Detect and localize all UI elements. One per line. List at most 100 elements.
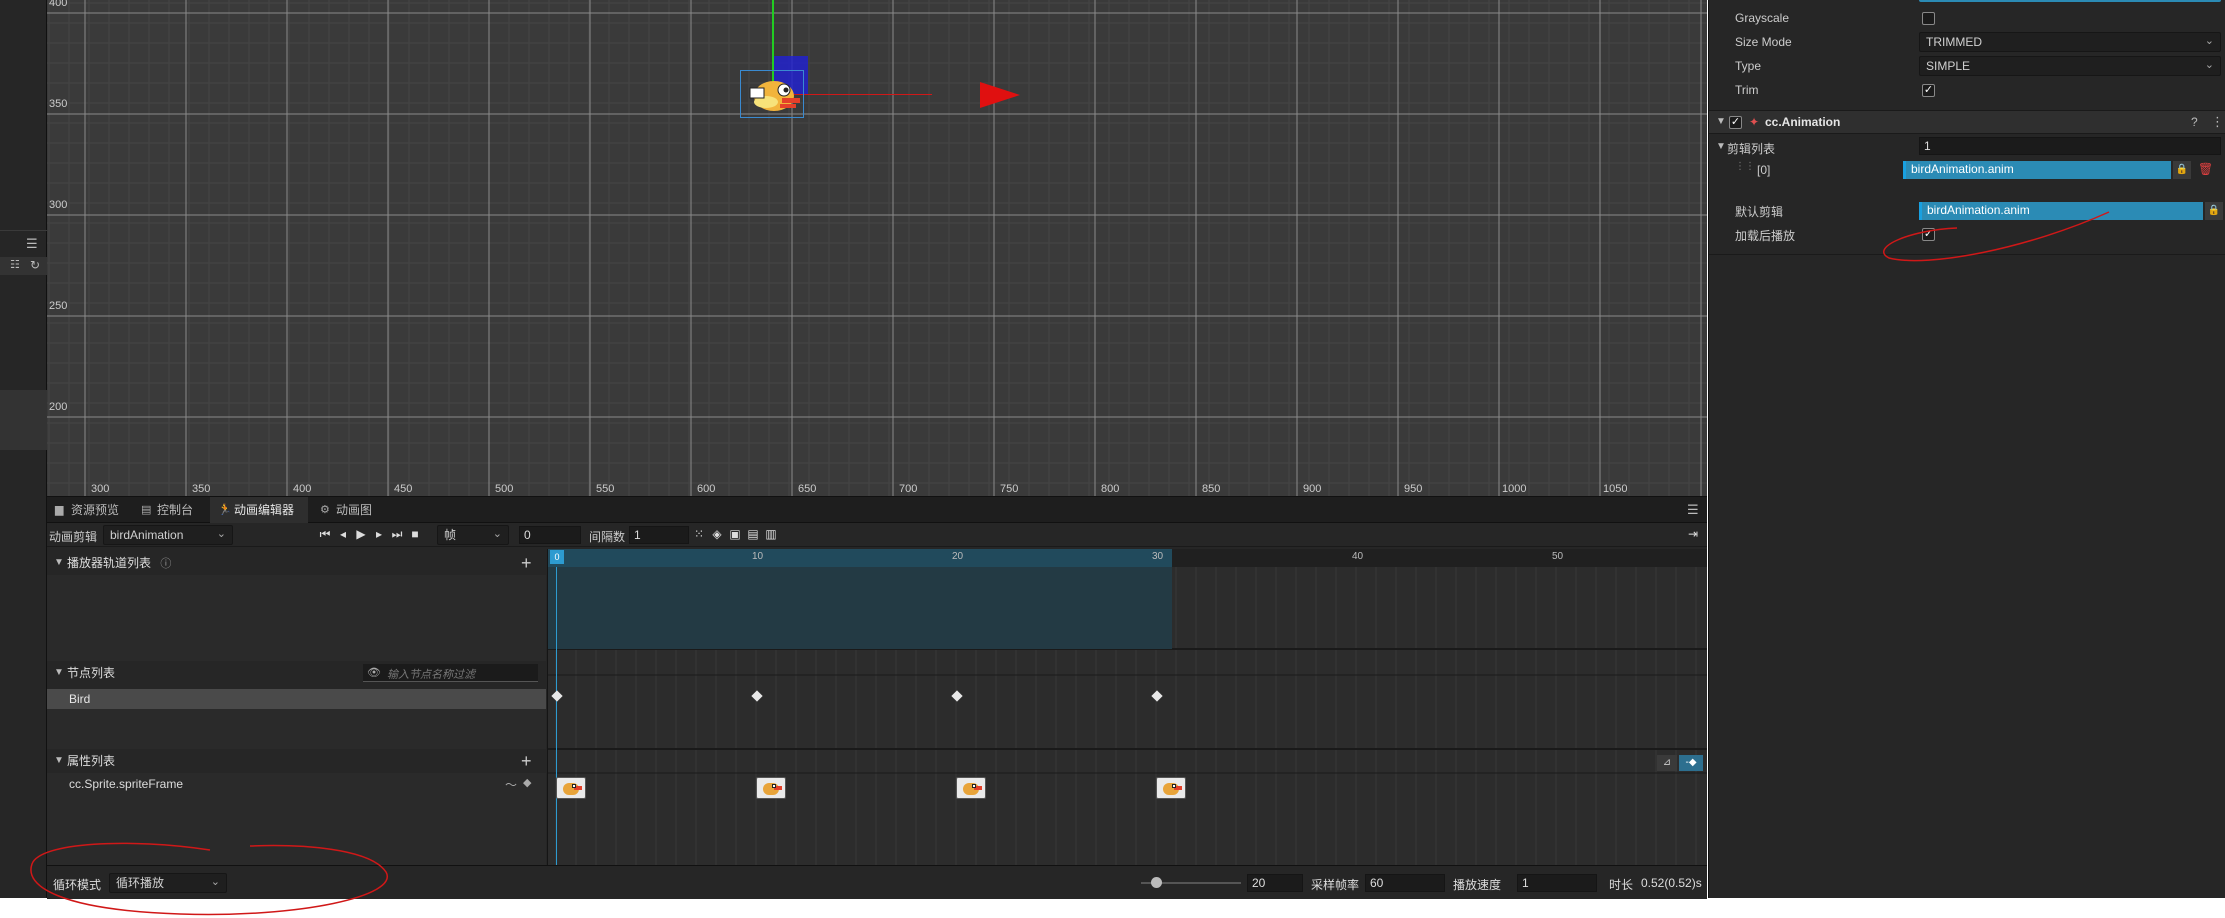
ruler-label: 30 [1152, 551, 1164, 562]
duration-label: 时长 [1609, 878, 1634, 892]
next-frame-icon[interactable]: ▸ [371, 527, 387, 541]
clips-count-input[interactable]: 1 [1919, 137, 2221, 155]
node-row-bird[interactable]: Bird [47, 689, 546, 709]
keyframe-view-icon[interactable]: -◆ [1679, 755, 1703, 771]
ruler-clip-range [548, 549, 1172, 567]
component-title: cc.Animation [1765, 115, 1841, 129]
tab-label: 动画编辑器 [234, 503, 295, 517]
default-clip-label: 默认剪辑 [1735, 205, 1784, 219]
property-name: cc.Sprite.spriteFrame [69, 777, 184, 791]
lock-icon[interactable]: 🔒 [2173, 161, 2191, 179]
trim-checkbox[interactable]: ✓ [1922, 84, 1935, 97]
node-filter-placeholder[interactable]: 输入节点名称过滤 [387, 666, 475, 682]
jump-last-icon[interactable]: ⏭ [389, 527, 405, 542]
lock-icon[interactable]: 🔒 [2205, 202, 2223, 220]
clip-select-value: birdAnimation [110, 528, 184, 542]
clip-asset-field[interactable]: birdAnimation.anim [1903, 161, 2171, 179]
grayscale-label: Grayscale [1735, 11, 1790, 25]
nodes-title: 节点列表 [67, 666, 116, 680]
save-icon[interactable]: ▣ [727, 527, 743, 541]
x-axis-arrow-icon[interactable] [980, 82, 1020, 108]
x-label: 550 [596, 483, 615, 495]
component-enabled-checkbox[interactable]: ✓ [1729, 116, 1742, 129]
x-label: 500 [495, 483, 514, 495]
exit-icon[interactable]: ⇥ [1685, 527, 1701, 541]
collapse-caret-icon[interactable]: ▼ [1716, 141, 1726, 152]
tab-animation-editor[interactable]: 🏃 动画编辑器 [210, 497, 308, 523]
y-label: 300 [49, 199, 68, 211]
sprite-keyframe[interactable] [756, 777, 786, 799]
node-filter[interactable]: 👁 输入节点名称过滤 [363, 664, 538, 682]
tracks-title: 播放器轨道列表 [67, 556, 152, 570]
y-label: 250 [49, 300, 68, 312]
selected-row[interactable] [0, 390, 47, 450]
trim-label: Trim [1735, 83, 1759, 97]
zoom-input[interactable]: 20 [1247, 874, 1303, 892]
animation-component-header[interactable]: ▼ ✓ ✦ cc.Animation ? ⋮ [1709, 110, 2225, 134]
sprite-frame-field[interactable] [1919, 0, 2221, 2]
collapse-caret-icon[interactable]: ▼ [54, 551, 64, 575]
annotation-circle [1882, 211, 2110, 262]
help-icon[interactable]: ? [2191, 115, 2198, 129]
tab-asset-preview[interactable]: ▆ 资源预览 [47, 497, 127, 523]
sprite-keyframe[interactable] [556, 777, 586, 799]
tracks-section-header[interactable]: ▼ 播放器轨道列表 ⓘ [47, 551, 546, 575]
x-label: 900 [1303, 483, 1322, 495]
size-mode-select[interactable]: TRIMMED ⌄ [1919, 32, 2221, 52]
curve-icon[interactable]: 〜 [505, 776, 517, 793]
clips-label: 剪辑列表 [1727, 142, 1776, 156]
list-icon[interactable]: ☷ [10, 258, 20, 271]
x-label: 450 [394, 483, 413, 495]
more-icon[interactable]: ⋮ [2211, 114, 2224, 130]
curve-view-icon[interactable]: ⊿ [1657, 755, 1677, 771]
drag-handle-icon[interactable]: ⋮⋮ [1735, 161, 1755, 172]
bird-sprite[interactable] [744, 72, 802, 116]
delete-icon[interactable]: 🗑 [2198, 162, 2213, 176]
zoom-slider-thumb[interactable] [1151, 877, 1162, 888]
size-mode-label: Size Mode [1735, 35, 1792, 49]
collapse-caret-icon[interactable]: ▼ [54, 749, 64, 773]
grayscale-checkbox[interactable] [1922, 12, 1935, 25]
x-label: 950 [1404, 483, 1423, 495]
play-icon[interactable]: ▶ [353, 527, 369, 541]
playhead-marker[interactable]: 0 [550, 550, 564, 564]
add-property-button[interactable]: + [521, 752, 532, 770]
props-section-header[interactable]: ▼ 属性列表 [47, 749, 546, 773]
jump-first-icon[interactable]: ⏮ [317, 527, 333, 542]
x-label: 350 [192, 483, 211, 495]
timeline[interactable]: 0 10 20 30 40 50 ⊿ -◆ [547, 549, 1707, 865]
playhead-line[interactable] [556, 567, 557, 865]
collapse-caret-icon[interactable]: ▼ [54, 661, 64, 685]
ruler-label: 10 [752, 551, 764, 562]
panel-menu-icon[interactable]: ☰ [1687, 502, 1699, 518]
tab-console[interactable]: ▤ 控制台 [133, 497, 205, 523]
spacing-input[interactable]: 1 [629, 526, 689, 544]
sprite-keyframe[interactable] [1156, 777, 1186, 799]
speed-input[interactable]: 1 [1517, 874, 1597, 892]
chevron-down-icon: ⌄ [2204, 35, 2214, 47]
keyframe-icon[interactable]: ◆ [523, 776, 531, 789]
speed-label: 播放速度 [1453, 878, 1502, 892]
scene-view[interactable]: 400 350 300 250 200 300 350 400 450 500 … [47, 0, 1707, 496]
paste-icon[interactable]: ▥ [763, 527, 779, 541]
stop-icon[interactable]: ■ [407, 527, 423, 541]
refresh-icon[interactable]: ↻ [30, 258, 40, 272]
prev-frame-icon[interactable]: ◂ [335, 527, 351, 541]
tab-animation-graph[interactable]: ⚙ 动画图 [312, 497, 390, 523]
copy-icon[interactable]: ▤ [745, 527, 761, 541]
eye-icon[interactable]: 👁 [367, 666, 381, 679]
keyframe-icon[interactable]: ◈ [709, 527, 725, 541]
collapse-caret-icon[interactable]: ▼ [1716, 116, 1726, 127]
toolbar-strip: ☷ ↻ [0, 257, 47, 275]
sprite-keyframe[interactable] [956, 777, 986, 799]
console-icon: ▤ [141, 504, 152, 516]
current-frame-input[interactable]: 0 [519, 526, 581, 544]
menu-icon[interactable]: ☰ [26, 236, 38, 252]
type-select[interactable]: SIMPLE ⌄ [1919, 56, 2221, 76]
size-mode-value: TRIMMED [1926, 35, 1982, 49]
clip-select[interactable]: birdAnimation ⌄ [103, 525, 233, 545]
add-track-button[interactable]: + [521, 554, 532, 572]
unit-select[interactable]: 帧 ⌄ [437, 525, 509, 545]
sample-rate-input[interactable]: 60 [1365, 874, 1445, 892]
grid-icon[interactable]: ⁙ [691, 527, 707, 541]
